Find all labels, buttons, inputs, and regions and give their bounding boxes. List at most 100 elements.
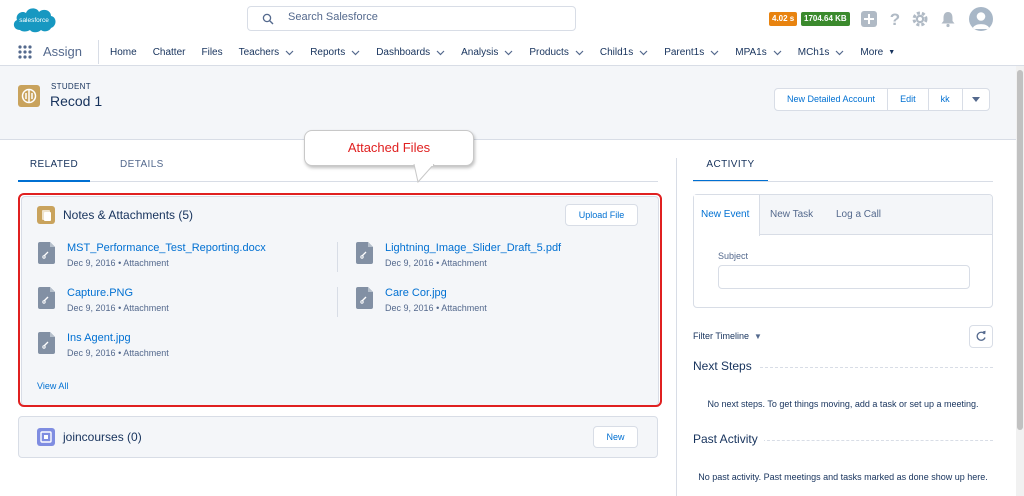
- nav-item-label: Reports: [310, 46, 346, 58]
- nav-item-label: MCh1s: [797, 46, 830, 58]
- perf-time-badge: 4.02 s: [769, 12, 798, 26]
- chevron-down-icon: [285, 50, 294, 55]
- record-title: Recod 1: [50, 93, 103, 109]
- nav-item-label: Chatter: [152, 46, 186, 58]
- chevron-down-icon: [575, 50, 584, 55]
- nav-item-teachers[interactable]: Teachers: [231, 38, 303, 66]
- column-divider: [337, 242, 338, 272]
- nav-divider: [98, 40, 99, 64]
- tab-activity[interactable]: ACTIVITY: [693, 152, 768, 182]
- view-all-link[interactable]: View All: [37, 381, 68, 391]
- file-link[interactable]: Ins Agent.jpg: [67, 332, 131, 344]
- waffle-icon[interactable]: [17, 44, 33, 60]
- logo-text: salesforce: [19, 17, 49, 24]
- file-link[interactable]: Care Cor.jpg: [385, 287, 447, 299]
- add-icon[interactable]: [860, 10, 878, 28]
- nav-item-more[interactable]: More ▼: [852, 38, 903, 66]
- publisher-tabs: New Event New Task Log a Call: [694, 195, 992, 236]
- bell-icon[interactable]: [939, 10, 957, 28]
- nav-item-products[interactable]: Products: [521, 38, 591, 66]
- edit-button[interactable]: Edit: [888, 89, 929, 110]
- chevron-down-icon: [710, 50, 719, 55]
- user-icon: [972, 12, 990, 29]
- search-input[interactable]: [288, 11, 548, 23]
- attachment-file-icon: [356, 242, 373, 264]
- chevron-down-icon: [835, 50, 844, 55]
- nav-item-mpa1s[interactable]: MPA1s: [727, 38, 790, 66]
- list-item: Ins Agent.jpg Dec 9, 2016 • Attachment: [38, 332, 328, 368]
- filter-timeline-label: Filter Timeline: [693, 331, 750, 341]
- search-box[interactable]: [247, 6, 576, 31]
- nav-item-chatter[interactable]: Chatter: [145, 38, 194, 66]
- help-icon[interactable]: ?: [886, 10, 904, 28]
- caret-down-icon: ▼: [754, 331, 762, 341]
- avatar[interactable]: [969, 7, 993, 31]
- record-actions: New Detailed Account Edit kk: [774, 88, 990, 111]
- joincourses-card-title: joincourses (0): [63, 430, 142, 444]
- chevron-down-icon: [504, 50, 513, 55]
- subject-input[interactable]: [718, 265, 970, 289]
- tab-details[interactable]: DETAILS: [120, 152, 164, 182]
- next-steps-empty: No next steps. To get things moving, add…: [707, 399, 979, 409]
- nav-item-analysis[interactable]: Analysis: [453, 38, 521, 66]
- perf-memory-badge: 1704.64 KB: [801, 12, 850, 26]
- attachment-file-icon: [356, 287, 373, 309]
- file-link[interactable]: Capture.PNG: [67, 287, 133, 299]
- attachment-file-icon: [38, 287, 55, 309]
- salesforce-logo[interactable]: salesforce: [10, 4, 58, 36]
- callout-pointer: [413, 164, 435, 184]
- scrollbar-thumb[interactable]: [1017, 70, 1023, 430]
- refresh-icon: [976, 330, 986, 341]
- nav-item-reports[interactable]: Reports: [302, 38, 368, 66]
- filter-timeline[interactable]: Filter Timeline ▼: [693, 331, 762, 341]
- tab-related[interactable]: RELATED: [18, 152, 90, 182]
- file-meta: Dec 9, 2016 • Attachment: [385, 258, 487, 268]
- file-link[interactable]: Lightning_Image_Slider_Draft_5.pdf: [385, 242, 561, 254]
- tab-new-task[interactable]: New Task: [770, 195, 813, 235]
- nav-item-files[interactable]: Files: [193, 38, 230, 66]
- app-name: Assign: [43, 44, 83, 59]
- nav-bar: Assign Home Chatter Files Teachers Reports Da…: [0, 38, 1024, 66]
- file-meta: Dec 9, 2016 • Attachment: [385, 303, 487, 313]
- chevron-down-icon: [971, 97, 980, 102]
- section-rule: [762, 440, 993, 441]
- nav-item-child1s[interactable]: Child1s: [592, 38, 656, 66]
- file-meta: Dec 9, 2016 • Attachment: [67, 348, 169, 358]
- nav-items: Home Chatter Files Teachers Reports Dashboard…: [102, 38, 903, 66]
- panel-divider: [676, 158, 677, 496]
- nav-item-label: Parent1s: [664, 46, 705, 58]
- list-item: MST_Performance_Test_Reporting.docx Dec …: [38, 242, 328, 278]
- nav-item-mch1s[interactable]: MCh1s: [790, 38, 853, 66]
- nav-item-label: Home: [110, 46, 137, 58]
- gear-icon[interactable]: [911, 10, 929, 28]
- section-rule: [755, 367, 993, 368]
- list-item: Lightning_Image_Slider_Draft_5.pdf Dec 9…: [356, 242, 646, 278]
- next-steps-title: Next Steps: [693, 359, 758, 373]
- chevron-down-icon: [773, 50, 782, 55]
- record-header: STUDENT Recod 1 New Detailed Account Edi…: [0, 66, 1024, 140]
- past-activity-empty: No past activity. Past meetings and task…: [698, 472, 988, 482]
- svg-text:?: ?: [890, 10, 900, 28]
- page-scrollbar[interactable]: [1016, 66, 1024, 496]
- nav-item-parent1s[interactable]: Parent1s: [656, 38, 727, 66]
- file-meta: Dec 9, 2016 • Attachment: [67, 258, 169, 268]
- notes-icon: [37, 206, 55, 224]
- nav-item-label: Files: [201, 46, 223, 58]
- new-button[interactable]: New: [593, 426, 638, 448]
- refresh-button[interactable]: [969, 325, 993, 348]
- nav-item-label: Products: [529, 46, 569, 58]
- new-detailed-account-button[interactable]: New Detailed Account: [775, 89, 889, 110]
- upload-file-button[interactable]: Upload File: [565, 204, 638, 226]
- file-link[interactable]: MST_Performance_Test_Reporting.docx: [67, 242, 266, 254]
- tab-new-event[interactable]: New Event: [694, 195, 760, 236]
- nav-item-dashboards[interactable]: Dashboards: [368, 38, 453, 66]
- more-actions-button[interactable]: [963, 89, 989, 110]
- chevron-down-icon: [436, 50, 445, 55]
- activity-publisher: New Event New Task Log a Call Subject: [693, 194, 993, 308]
- column-divider: [337, 287, 338, 317]
- nav-item-home[interactable]: Home: [102, 38, 145, 66]
- tab-log-a-call[interactable]: Log a Call: [836, 195, 881, 235]
- record-type-label: STUDENT: [51, 82, 91, 91]
- kk-button[interactable]: kk: [929, 89, 963, 110]
- subject-label: Subject: [718, 251, 749, 261]
